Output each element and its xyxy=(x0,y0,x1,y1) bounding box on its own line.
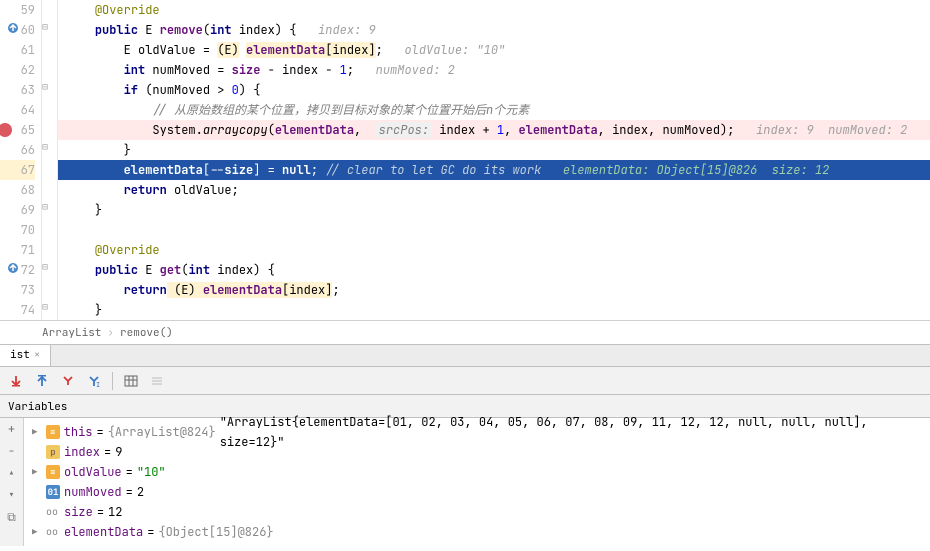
move-up-icon[interactable]: ▴ xyxy=(0,462,23,484)
int-icon: 01 xyxy=(46,485,60,499)
debug-toolbar: I xyxy=(0,366,930,394)
var-row: ▶ooelementData = {Object[15]@826} xyxy=(24,522,930,542)
variables-panel: + − ▴ ▾ ⧉ ▶≡this = {ArrayList@824} "Arra… xyxy=(0,418,930,546)
override-icon xyxy=(7,262,19,274)
add-watch-icon[interactable]: + xyxy=(0,418,23,440)
var-row: ▶≡oldValue = "10" xyxy=(24,462,930,482)
var-row: oosize = 12 xyxy=(24,502,930,522)
step-up-icon[interactable] xyxy=(34,373,50,389)
copy-icon[interactable]: ⧉ xyxy=(0,506,23,528)
field-icon: ≡ xyxy=(46,425,60,439)
override-icon xyxy=(7,22,19,34)
breadcrumb-item[interactable]: ArrayList xyxy=(42,326,101,340)
list-icon[interactable] xyxy=(149,373,165,389)
breakpoint-icon[interactable] xyxy=(0,123,12,137)
step-into-icon[interactable] xyxy=(60,373,76,389)
remove-watch-icon[interactable]: − xyxy=(0,440,23,462)
breadcrumb-item[interactable]: remove() xyxy=(120,326,173,340)
line-number-gutter: 59 60 61 62 63 64 65 66 67 68 69 70 71 7… xyxy=(0,0,42,320)
close-icon[interactable]: × xyxy=(34,348,41,362)
field-icon: ≡ xyxy=(46,465,60,479)
step-down-icon[interactable] xyxy=(8,373,24,389)
glasses-icon: oo xyxy=(46,522,60,542)
table-icon[interactable] xyxy=(123,373,139,389)
code-editor[interactable]: 59 60 61 62 63 64 65 66 67 68 69 70 71 7… xyxy=(0,0,930,320)
svg-text:I: I xyxy=(96,381,100,388)
var-row: ▶≡this = {ArrayList@824} "ArrayList{elem… xyxy=(24,422,930,442)
fold-gutter: ⊟⊟⊟⊟⊟⊟ xyxy=(42,0,58,320)
breadcrumb[interactable]: ArrayList›remove() xyxy=(0,320,930,344)
var-row: 01numMoved = 2 xyxy=(24,482,930,502)
bottom-tabs: ist× xyxy=(0,344,930,366)
variables-sidebar: + − ▴ ▾ ⧉ xyxy=(0,418,24,546)
glasses-icon: oo xyxy=(46,502,60,522)
tab-ist[interactable]: ist× xyxy=(0,345,51,366)
move-down-icon[interactable]: ▾ xyxy=(0,484,23,506)
param-icon: p xyxy=(46,445,60,459)
variables-tree[interactable]: ▶≡this = {ArrayList@824} "ArrayList{elem… xyxy=(24,418,930,546)
step-cursor-icon[interactable]: I xyxy=(86,373,102,389)
code-area[interactable]: @Override public E remove(int index) { i… xyxy=(58,0,930,320)
